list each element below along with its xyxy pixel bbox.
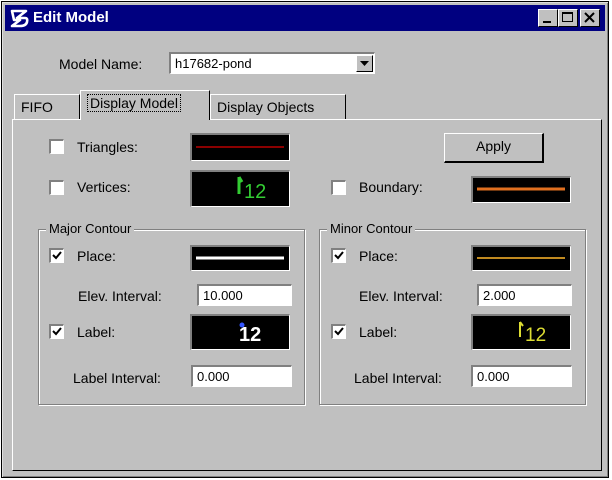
major-elev-interval-label: Elev. Interval: — [78, 288, 162, 304]
major-label-color-swatch[interactable]: 12 — [190, 314, 290, 350]
minor-label-checkbox[interactable] — [331, 324, 346, 339]
tab-display-objects[interactable]: Display Objects — [210, 94, 346, 120]
boundary-label: Boundary: — [359, 179, 423, 195]
minor-label-color-swatch[interactable]: 12 — [471, 314, 571, 350]
tab-display-model-label: Display Model — [87, 94, 181, 112]
model-name-select[interactable]: h17682-pond — [169, 52, 375, 74]
tab-display-objects-label: Display Objects — [217, 99, 315, 115]
minor-place-checkbox[interactable] — [331, 248, 346, 263]
vertices-sample-icon: 12 — [237, 176, 266, 203]
triangles-line-sample — [196, 146, 284, 148]
minimize-icon — [543, 21, 551, 23]
minimize-button[interactable] — [538, 9, 558, 27]
tab-fifo[interactable]: FIFO — [14, 94, 80, 120]
major-place-label: Place: — [77, 248, 116, 264]
major-label-sample-icon: 12 — [239, 322, 261, 346]
minor-elev-interval-value: 2.000 — [483, 288, 516, 303]
close-button[interactable] — [580, 9, 600, 27]
minor-label-interval-label: Label Interval: — [354, 370, 442, 386]
major-elev-interval-value: 10.000 — [203, 288, 243, 303]
major-place-line-sample — [196, 256, 284, 260]
tab-display-model[interactable]: Display Model — [80, 90, 210, 120]
triangles-checkbox[interactable] — [49, 139, 64, 154]
app-logo-icon — [10, 9, 29, 28]
checkmark-icon — [334, 251, 344, 260]
major-label-checkbox[interactable] — [49, 324, 64, 339]
vertices-checkbox[interactable] — [49, 180, 64, 195]
triangles-color-swatch[interactable] — [190, 133, 290, 161]
window-title: Edit Model — [33, 9, 109, 26]
major-label-interval-value: 0.000 — [197, 369, 230, 384]
major-label-interval-input[interactable]: 0.000 — [191, 365, 292, 387]
minor-place-label: Place: — [359, 248, 398, 264]
title-bar[interactable]: Edit Model — [5, 5, 605, 31]
major-elev-interval-input[interactable]: 10.000 — [197, 284, 292, 306]
triangles-label: Triangles: — [77, 139, 138, 155]
maximize-button[interactable] — [558, 9, 578, 27]
minor-contour-title: Minor Contour — [327, 221, 416, 236]
minor-label-label: Label: — [359, 324, 398, 340]
minor-elev-interval-label: Elev. Interval: — [359, 288, 443, 304]
apply-button[interactable]: Apply — [444, 133, 544, 163]
close-icon — [584, 12, 595, 23]
minor-label-interval-value: 0.000 — [477, 369, 510, 384]
minor-place-line-sample — [477, 257, 565, 259]
vertices-label: Vertices: — [77, 179, 131, 195]
chevron-down-icon — [360, 61, 369, 66]
checkmark-icon — [52, 327, 62, 336]
major-label-label: Label: — [77, 324, 116, 340]
major-place-checkbox[interactable] — [49, 248, 64, 263]
major-label-sample-text: 12 — [239, 324, 261, 346]
minor-place-color-swatch[interactable] — [471, 245, 571, 271]
boundary-checkbox[interactable] — [331, 180, 346, 195]
checkmark-icon — [52, 251, 62, 260]
major-label-interval-label: Label Interval: — [73, 370, 161, 386]
minor-label-sample-text: 12 — [525, 325, 546, 346]
model-name-label: Model Name: — [59, 56, 143, 72]
edit-model-window: Edit Model Model Name: h17682-pond FIFO … — [1, 1, 609, 478]
vertices-color-swatch[interactable]: 12 — [190, 170, 290, 207]
boundary-line-sample — [477, 187, 565, 191]
boundary-color-swatch[interactable] — [471, 176, 571, 203]
tab-fifo-label: FIFO — [21, 99, 53, 115]
checkmark-icon — [334, 327, 344, 336]
minor-label-sample-icon: 12 — [519, 321, 546, 346]
vertices-sample-text: 12 — [244, 181, 266, 203]
maximize-icon — [562, 12, 573, 22]
major-contour-title: Major Contour — [46, 221, 135, 236]
model-name-value: h17682-pond — [175, 56, 252, 71]
major-place-color-swatch[interactable] — [190, 245, 290, 271]
apply-label: Apply — [475, 138, 512, 154]
minor-label-interval-input[interactable]: 0.000 — [471, 365, 572, 387]
model-dropdown-button[interactable] — [356, 55, 373, 72]
minor-elev-interval-input[interactable]: 2.000 — [477, 284, 572, 306]
